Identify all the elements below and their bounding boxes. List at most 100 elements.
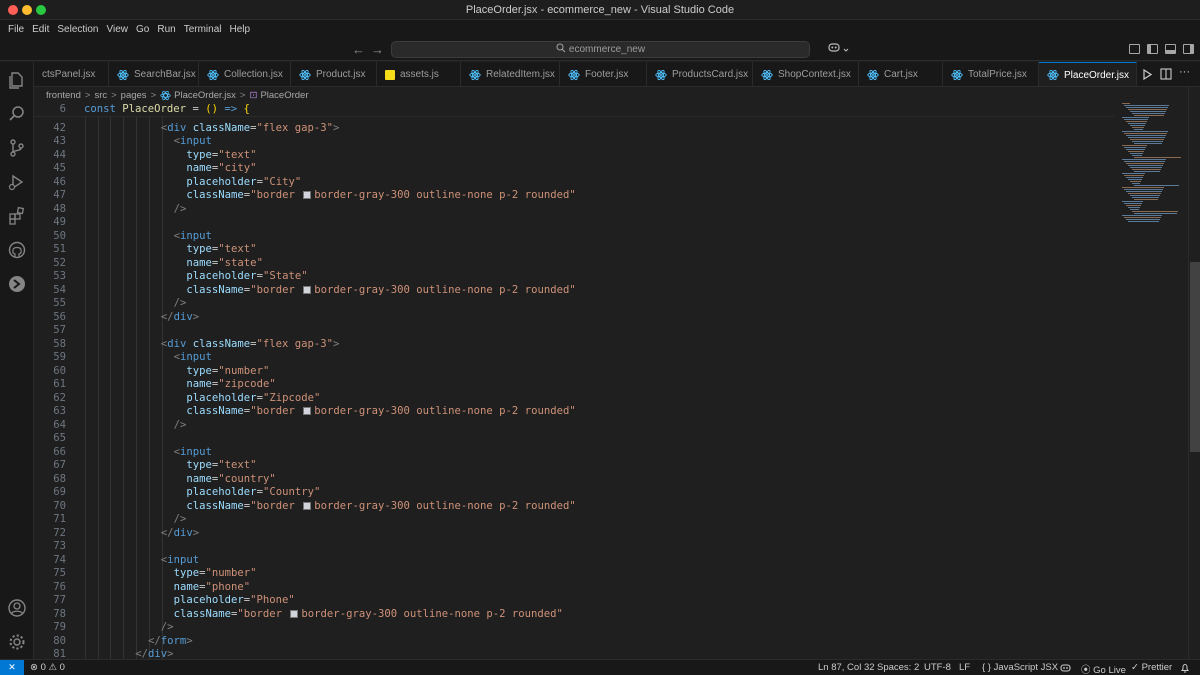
- toggle-panel-icon[interactable]: [1165, 44, 1176, 54]
- command-center-search[interactable]: ecommerce_new: [391, 41, 810, 58]
- golive-button[interactable]: ⦿ Go Live: [1081, 662, 1126, 675]
- menu-terminal[interactable]: Terminal: [180, 24, 226, 35]
- toggle-primary-sidebar-icon[interactable]: [1147, 44, 1158, 54]
- tab-productspanel[interactable]: ctsPanel.jsx: [34, 62, 109, 86]
- code-line[interactable]: 65: [34, 432, 1114, 446]
- menu-go[interactable]: Go: [132, 24, 153, 35]
- prettier-status[interactable]: ✓ Prettier: [1131, 662, 1172, 673]
- remote-indicator[interactable]: ✕: [0, 660, 24, 675]
- tab-relateditem[interactable]: RelatedItem.jsx: [461, 62, 560, 86]
- code-line[interactable]: 76 name="phone": [34, 581, 1114, 595]
- extensions-icon[interactable]: [7, 206, 27, 226]
- code-line[interactable]: 71 />: [34, 513, 1114, 527]
- copilot-icon[interactable]: [828, 42, 849, 56]
- toggle-secondary-sidebar-icon[interactable]: [1183, 44, 1194, 54]
- code-line[interactable]: 74 <input: [34, 554, 1114, 568]
- cursor-position[interactable]: Ln 87, Col 32: [818, 662, 875, 673]
- code-line[interactable]: 42 <div className="flex gap-3">: [34, 122, 1114, 136]
- code-line[interactable]: 70 className="border border-gray-300 outl…: [34, 500, 1114, 514]
- sticky-scroll-line[interactable]: 6 const PlaceOrder = () => {: [34, 103, 1114, 117]
- tab-cart[interactable]: Cart.jsx: [859, 62, 943, 86]
- code-line[interactable]: 45 name="city": [34, 162, 1114, 176]
- run-debug-icon[interactable]: [7, 172, 27, 192]
- breadcrumb-item[interactable]: src: [94, 90, 107, 101]
- scrollbar-thumb[interactable]: [1190, 262, 1200, 452]
- code-line[interactable]: 57: [34, 324, 1114, 338]
- code-line[interactable]: 53 placeholder="State": [34, 270, 1114, 284]
- menu-file[interactable]: File: [4, 24, 28, 35]
- code-line[interactable]: 64 />: [34, 419, 1114, 433]
- code-line[interactable]: 54 className="border border-gray-300 outl…: [34, 284, 1114, 298]
- menu-view[interactable]: View: [103, 24, 133, 35]
- breadcrumb-item[interactable]: PlaceOrder.jsx: [174, 90, 236, 101]
- tab-placeorder[interactable]: PlaceOrder.jsx✕: [1039, 62, 1137, 86]
- tab-assets[interactable]: assets.js: [377, 62, 461, 86]
- breadcrumb-item[interactable]: pages: [121, 90, 147, 101]
- tab-productscard[interactable]: ProductsCard.jsx: [647, 62, 753, 86]
- tab-searchbar[interactable]: SearchBar.jsx: [109, 62, 199, 86]
- tab-shopcontext[interactable]: ShopContext.jsx: [753, 62, 859, 86]
- problems-indicator[interactable]: ⊗ 0 ⚠ 0: [30, 662, 65, 673]
- code-line[interactable]: 68 name="country": [34, 473, 1114, 487]
- encoding[interactable]: UTF-8: [924, 662, 951, 673]
- code-line[interactable]: 51 type="text": [34, 243, 1114, 257]
- code-line[interactable]: 49: [34, 216, 1114, 230]
- forward-arrow-icon[interactable]: →: [371, 42, 384, 57]
- color-swatch[interactable]: [290, 609, 299, 618]
- run-icon[interactable]: [1142, 69, 1152, 80]
- code-line[interactable]: 47 className="border border-gray-300 outl…: [34, 189, 1114, 203]
- menu-selection[interactable]: Selection: [53, 24, 102, 35]
- code-line[interactable]: 75 type="number": [34, 567, 1114, 581]
- remote-explorer-icon[interactable]: [7, 274, 27, 294]
- code-line[interactable]: 62 placeholder="Zipcode": [34, 392, 1114, 406]
- bell-icon[interactable]: [1180, 663, 1190, 673]
- color-swatch[interactable]: [303, 285, 312, 294]
- code-line[interactable]: 55 />: [34, 297, 1114, 311]
- tab-footer[interactable]: Footer.jsx: [560, 62, 647, 86]
- code-line[interactable]: 81 </div>: [34, 648, 1114, 659]
- menu-edit[interactable]: Edit: [28, 24, 53, 35]
- menu-run[interactable]: Run: [153, 24, 179, 35]
- code-line[interactable]: 56 </div>: [34, 311, 1114, 325]
- code-line[interactable]: 58 <div className="flex gap-3">: [34, 338, 1114, 352]
- tab-totalprice[interactable]: TotalPrice.jsx: [943, 62, 1039, 86]
- code-line[interactable]: 79 />: [34, 621, 1114, 635]
- tab-collection[interactable]: Collection.jsx: [199, 62, 291, 86]
- code-line[interactable]: 48 />: [34, 203, 1114, 217]
- back-arrow-icon[interactable]: ←: [352, 42, 365, 57]
- code-line[interactable]: 73: [34, 540, 1114, 554]
- code-line[interactable]: 46 placeholder="City": [34, 176, 1114, 190]
- code-editor[interactable]: 6 const PlaceOrder = () => { 42 <div clas…: [34, 103, 1188, 659]
- accounts-icon[interactable]: [7, 598, 27, 618]
- tab-product[interactable]: Product.jsx: [291, 62, 377, 86]
- code-line[interactable]: 67 type="text": [34, 459, 1114, 473]
- language-mode[interactable]: { } JavaScript JSX: [982, 662, 1058, 673]
- minimap[interactable]: [1118, 103, 1188, 243]
- code-line[interactable]: 50 <input: [34, 230, 1114, 244]
- github-icon[interactable]: [7, 240, 27, 260]
- gear-icon[interactable]: [7, 632, 27, 652]
- source-control-icon[interactable]: [7, 138, 27, 158]
- explorer-icon[interactable]: [7, 70, 27, 90]
- breadcrumb-item[interactable]: PlaceOrder: [260, 90, 308, 101]
- code-line[interactable]: 80 </form>: [34, 635, 1114, 649]
- code-line[interactable]: 43 <input: [34, 135, 1114, 149]
- end-of-line[interactable]: LF: [959, 662, 970, 673]
- color-swatch[interactable]: [303, 191, 312, 199]
- copilot-status-icon[interactable]: [1060, 663, 1071, 673]
- code-line[interactable]: 78 className="border border-gray-300 outl…: [34, 608, 1114, 622]
- code-line[interactable]: 61 name="zipcode": [34, 378, 1114, 392]
- search-icon[interactable]: [7, 104, 27, 124]
- menu-help[interactable]: Help: [226, 24, 255, 35]
- code-line[interactable]: 59 <input: [34, 351, 1114, 365]
- code-line[interactable]: 66 <input: [34, 446, 1114, 460]
- more-actions-icon[interactable]: ···: [1179, 66, 1190, 78]
- code-line[interactable]: 72 </div>: [34, 527, 1114, 541]
- vertical-scrollbar[interactable]: [1188, 87, 1200, 659]
- split-editor-icon[interactable]: [1160, 68, 1172, 80]
- color-swatch[interactable]: [303, 501, 312, 510]
- code-line[interactable]: 52 name="state": [34, 257, 1114, 271]
- indentation[interactable]: Spaces: 2: [877, 662, 919, 673]
- code-line[interactable]: 77 placeholder="Phone": [34, 594, 1114, 608]
- code-line[interactable]: 60 type="number": [34, 365, 1114, 379]
